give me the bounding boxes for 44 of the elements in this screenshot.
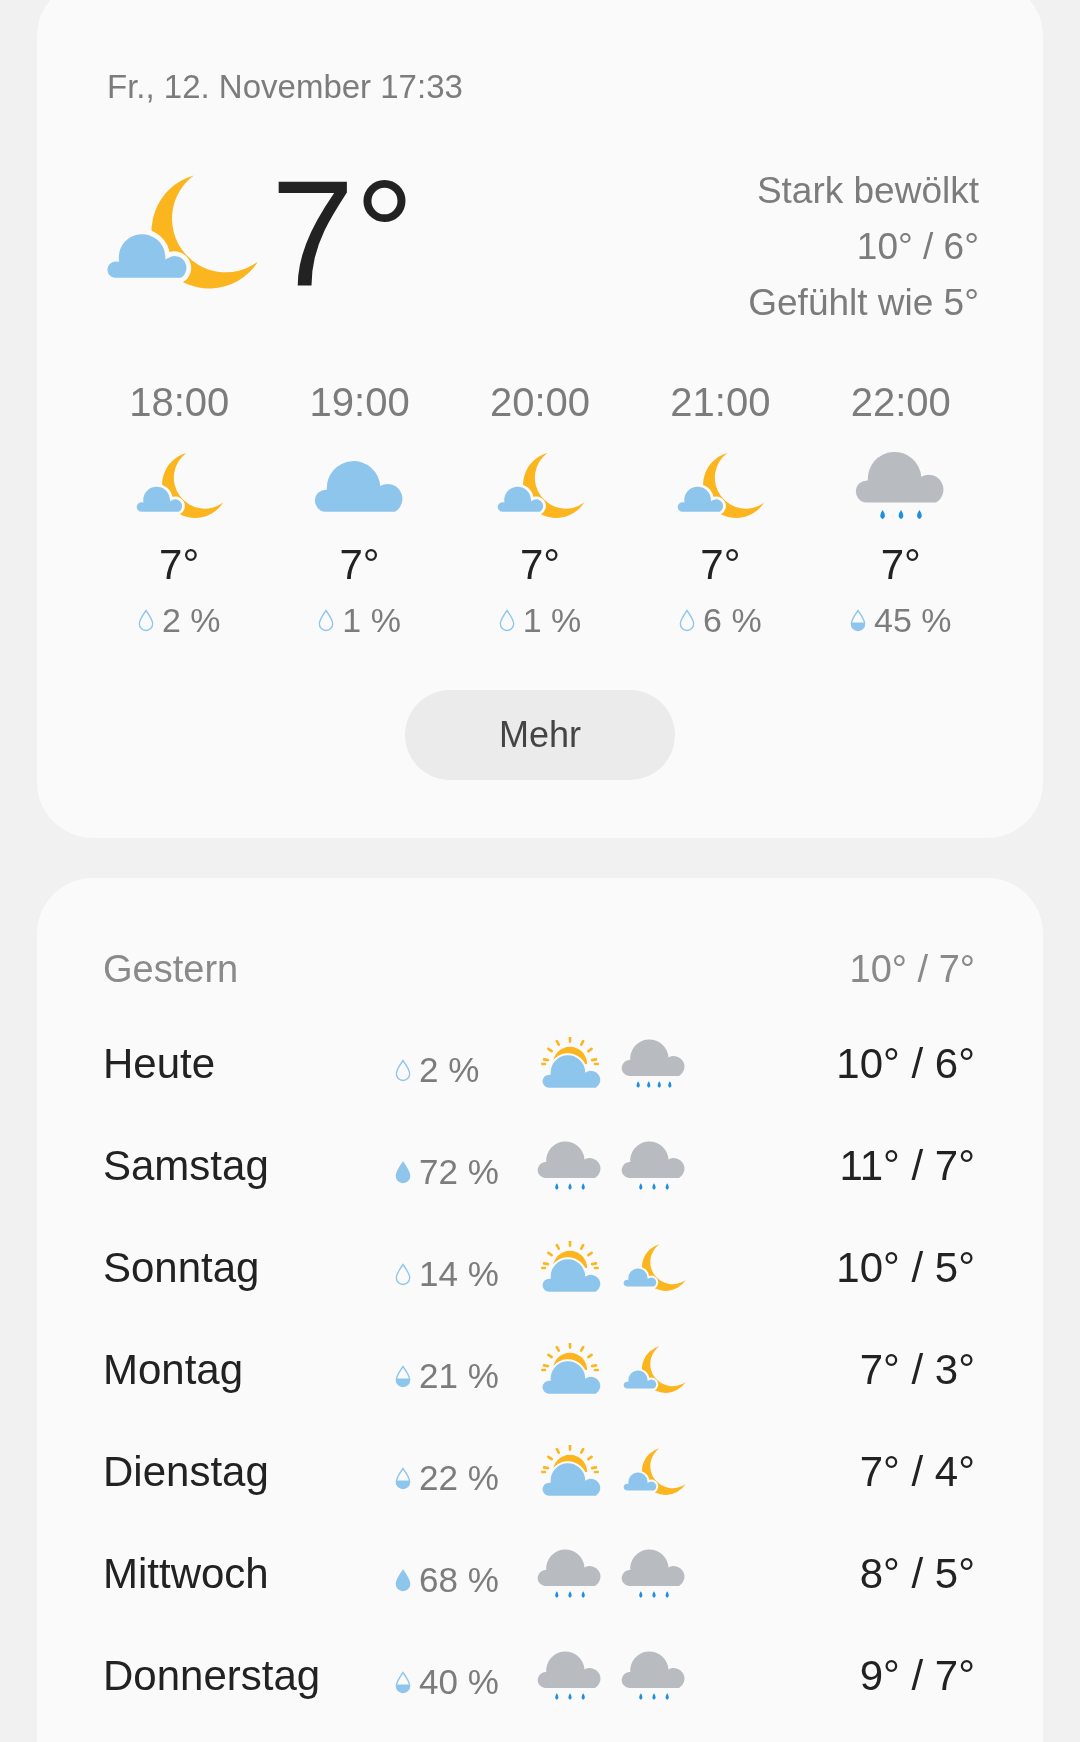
precipitation: 68 % xyxy=(419,1560,499,1600)
hour-temperature: 7° xyxy=(159,541,200,589)
yesterday-high-low: 10° / 7° xyxy=(849,948,975,991)
hour-temperature: 7° xyxy=(519,541,561,589)
precipitation: 72 % xyxy=(419,1152,499,1192)
yesterday-label: Gestern xyxy=(103,948,239,991)
hour-time: 19:00 xyxy=(309,380,410,425)
hour-time: 18:00 xyxy=(129,380,230,425)
hour-temperature: 7° xyxy=(700,541,741,589)
hour-time: 21:00 xyxy=(670,380,771,425)
hour-time: 22:00 xyxy=(850,380,951,425)
precipitation: 21 % xyxy=(419,1356,499,1396)
precipitation: 1 % xyxy=(522,601,582,640)
hour-temperature: 7° xyxy=(880,541,921,589)
precipitation: 22 % xyxy=(419,1458,499,1498)
day-high-low: 9° / 7° xyxy=(858,1652,975,1700)
day-high-low: 8° / 5° xyxy=(858,1550,975,1598)
hour-time: 20:00 xyxy=(489,380,591,425)
precipitation: 1 % xyxy=(342,601,401,640)
day-high-low: 10° / 5° xyxy=(835,1244,975,1292)
current-temperature: 7° xyxy=(271,158,415,308)
day-high-low: 7° / 4° xyxy=(858,1448,975,1496)
high-low: 10° / 6° xyxy=(856,226,979,268)
more-button[interactable]: Mehr xyxy=(405,690,675,780)
date-time: Fr., 12. November 17:33 xyxy=(107,68,464,106)
precipitation: 45 % xyxy=(874,601,952,640)
precipitation: 40 % xyxy=(419,1662,499,1702)
day-name: Mittwoch xyxy=(103,1550,270,1598)
day-name: Donnerstag xyxy=(103,1652,322,1700)
day-name: Sonntag xyxy=(103,1244,261,1292)
precipitation: 2 % xyxy=(419,1050,480,1090)
day-name: Heute xyxy=(103,1040,217,1088)
day-name: Montag xyxy=(103,1346,245,1394)
condition: Stark bewölkt xyxy=(756,170,979,212)
feels-like: Gefühlt wie 5° xyxy=(748,282,979,324)
day-name: Samstag xyxy=(103,1142,270,1190)
day-name: Dienstag xyxy=(103,1448,270,1496)
day-high-low: 11° / 7° xyxy=(838,1142,975,1190)
day-high-low: 7° / 3° xyxy=(858,1346,975,1394)
precipitation: 2 % xyxy=(161,601,221,640)
precipitation: 6 % xyxy=(703,601,762,640)
precipitation: 14 % xyxy=(419,1254,499,1294)
hour-temperature: 7° xyxy=(339,541,380,589)
day-high-low: 10° / 6° xyxy=(835,1040,975,1088)
